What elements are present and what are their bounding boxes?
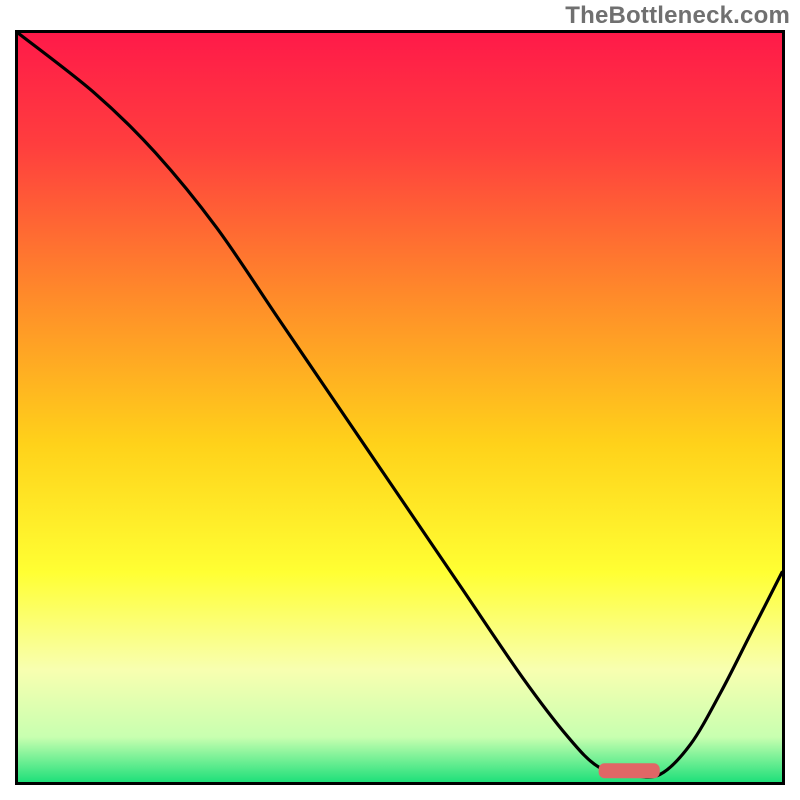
chart-stage: TheBottleneck.com (0, 0, 800, 800)
plot-frame (15, 30, 785, 785)
watermark-text: TheBottleneck.com (565, 2, 790, 30)
optimal-range-marker (599, 763, 660, 778)
chart-background (18, 33, 782, 782)
chart-svg (18, 33, 782, 782)
